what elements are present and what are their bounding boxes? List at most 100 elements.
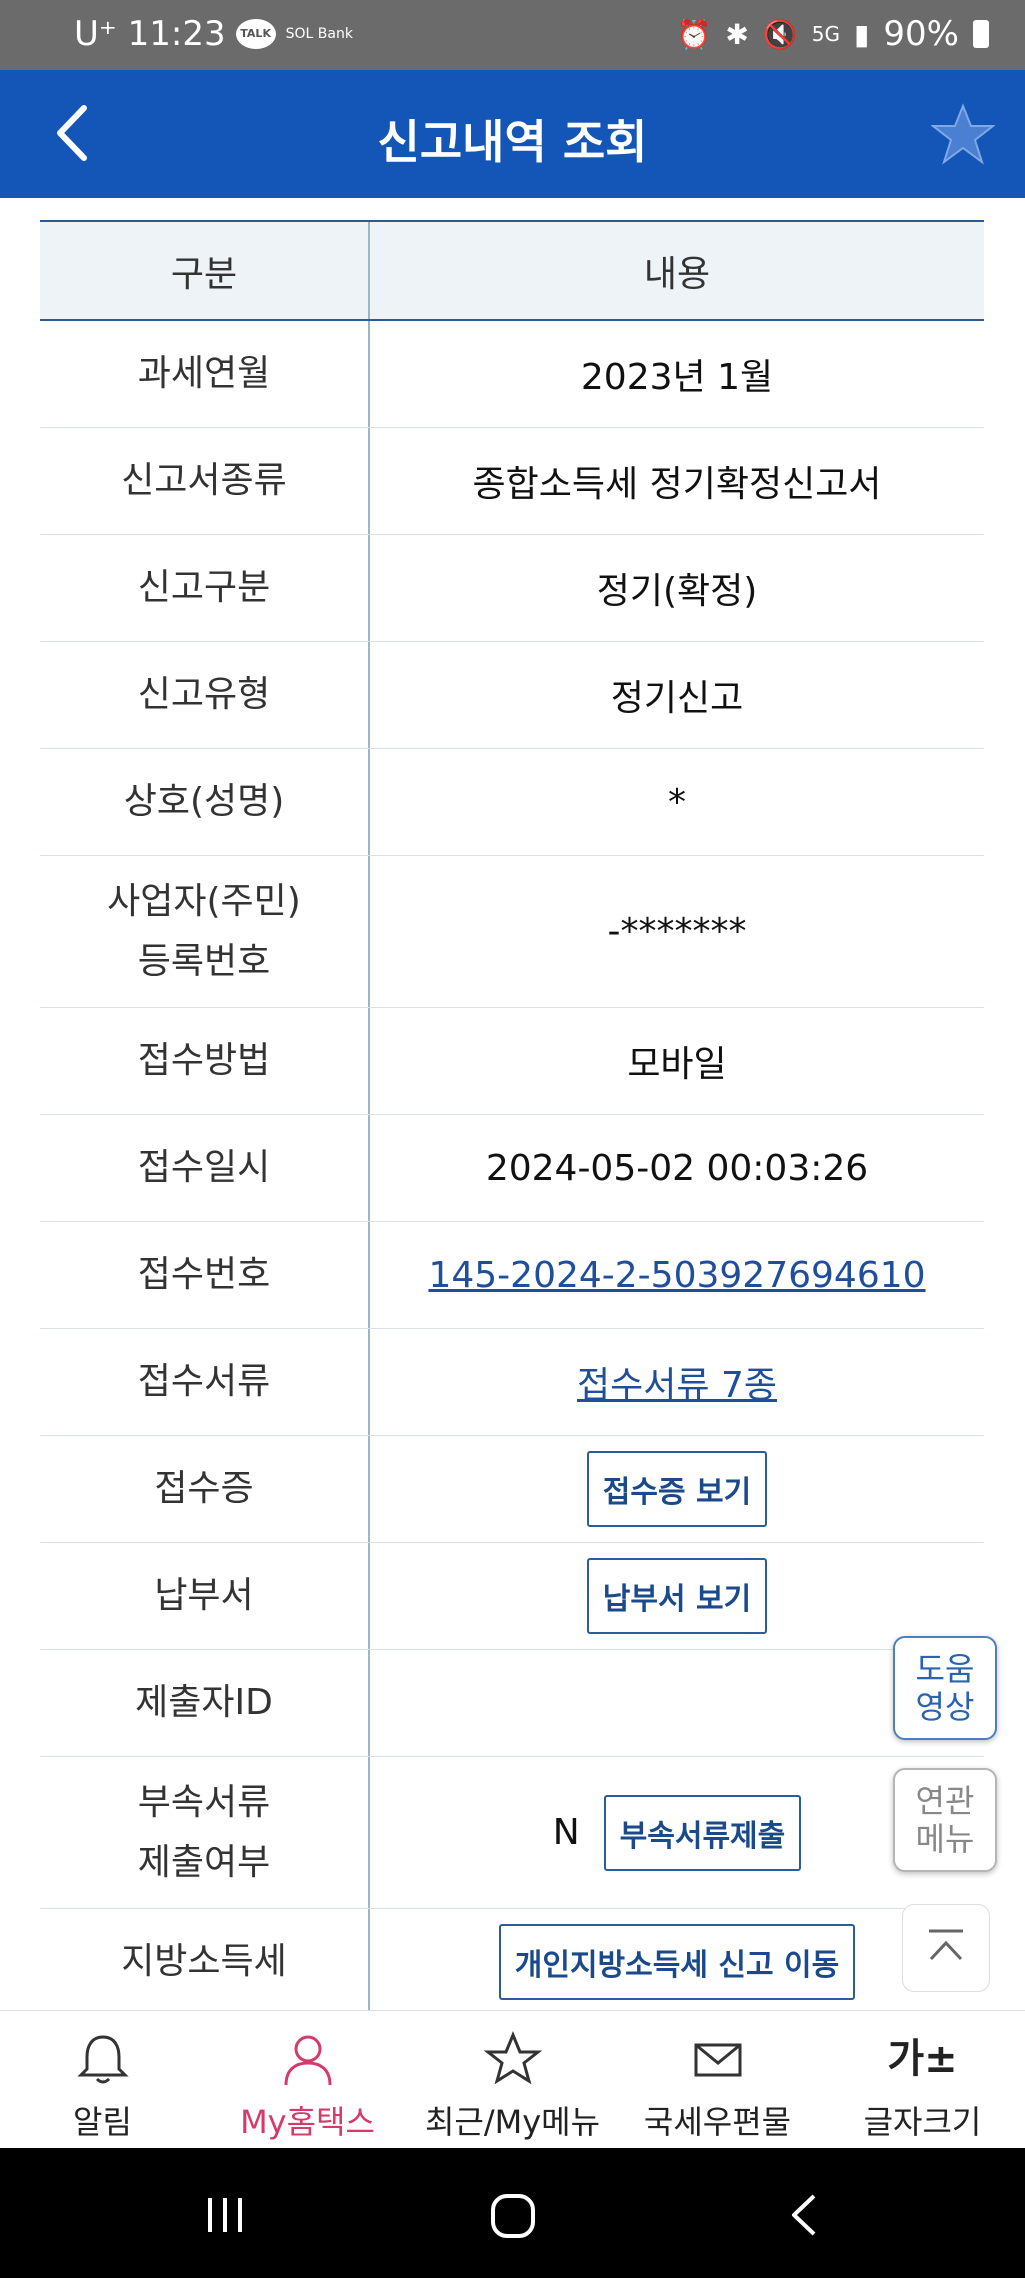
table-row: 지방소득세 개인지방소득세 신고 이동 <box>40 1909 984 2016</box>
row-value: 납부서 보기 <box>370 1543 984 1649</box>
status-time: U⁺ 11:23 <box>74 14 226 54</box>
masked-name: * <box>668 781 686 823</box>
table-row: 접수증 접수증 보기 <box>40 1436 984 1543</box>
table-row: 신고서종류 종합소득세 정기확정신고서 <box>40 428 984 535</box>
favorite-star-icon[interactable] <box>931 102 995 166</box>
attachment-status: N <box>552 1812 580 1853</box>
bell-icon <box>76 2035 129 2084</box>
star-icon <box>483 2031 542 2085</box>
row-value: 접수서류 7종 <box>370 1329 984 1435</box>
nav-label: 최근/My메뉴 <box>424 2103 601 2141</box>
nav-font-size[interactable]: 가± 글자크기 <box>820 2011 1025 2149</box>
table-header: 구분 내용 <box>40 220 984 321</box>
row-label: 지방소득세 <box>40 1909 370 2015</box>
nav-my-hometax[interactable]: My홈택스 <box>205 2011 410 2149</box>
row-label: 접수번호 <box>40 1222 370 1328</box>
row-value: N 부속서류제출 <box>370 1757 984 1908</box>
network-icon: 5G <box>811 22 840 46</box>
row-value: 개인지방소득세 신고 이동 <box>370 1909 984 2015</box>
nav-label: My홈택스 <box>240 2103 375 2141</box>
status-right: ⏰ ✱ 🔇 5G ▮ 90% <box>677 14 989 54</box>
row-value: 모바일 <box>627 1044 727 1085</box>
row-value: 접수증 보기 <box>370 1436 984 1542</box>
nav-alerts[interactable]: 알림 <box>0 2011 205 2149</box>
table-row: 사업자(주민) 등록번호 -******* <box>40 856 984 1008</box>
row-label: 사업자(주민) 등록번호 <box>40 856 370 1007</box>
view-receipt-button[interactable]: 접수증 보기 <box>586 1451 768 1527</box>
table-row: 제출자ID <box>40 1650 984 1757</box>
mail-icon <box>694 2043 741 2077</box>
nav-label: 국세우편물 <box>643 2103 792 2141</box>
table-row: 과세연월 2023년 1월 <box>40 321 984 428</box>
bottom-navigation: 알림 My홈택스 최근/My메뉴 국세우편물 가± 글자크기 <box>0 2010 1025 2149</box>
system-navigation-bar <box>0 2148 1025 2278</box>
row-value <box>370 1650 984 1756</box>
app-bar: 신고내역 조회 <box>0 70 1025 198</box>
help-line1: 도움 <box>915 1650 975 1688</box>
alarm-icon: ⏰ <box>676 17 712 51</box>
header-category: 구분 <box>40 222 370 319</box>
related-line2: 메뉴 <box>915 1820 975 1858</box>
row-value: 종합소득세 정기확정신고서 <box>472 464 882 505</box>
bluetooth-icon: ✱ <box>725 17 749 51</box>
row-label: 제출자ID <box>40 1650 370 1756</box>
receipt-number-link[interactable]: 145-2024-2-503927694610 <box>428 1255 925 1296</box>
status-left: U⁺ 11:23 TALK SOL Bank <box>74 14 353 54</box>
row-label: 접수증 <box>40 1436 370 1542</box>
table-row: 신고구분 정기(확정) <box>40 535 984 642</box>
signal-icon: ▮ <box>854 17 870 51</box>
row-value: 정기(확정) <box>596 571 758 612</box>
row-label: 접수방법 <box>40 1008 370 1114</box>
related-line1: 연관 <box>915 1782 975 1820</box>
header-content: 내용 <box>643 253 711 295</box>
talk-icon: TALK <box>235 19 276 49</box>
table-row: 접수일시 2024-05-02 00:03:26 <box>40 1115 984 1222</box>
table-row: 접수서류 접수서류 7종 <box>40 1329 984 1436</box>
row-value: 2023년 1월 <box>580 357 774 398</box>
chevron-up-icon <box>929 1929 963 1961</box>
row-label: 신고유형 <box>40 642 370 748</box>
row-label-line2: 제출여부 <box>137 1841 271 1883</box>
submit-attachments-button[interactable]: 부속서류제출 <box>603 1794 802 1871</box>
scroll-top-button[interactable] <box>902 1904 990 1992</box>
row-label: 신고구분 <box>40 535 370 641</box>
battery-icon <box>973 20 989 48</box>
received-documents-link[interactable]: 접수서류 7종 <box>577 1356 777 1408</box>
nav-recent-menu[interactable]: 최근/My메뉴 <box>410 2011 615 2149</box>
report-table: 구분 내용 과세연월 2023년 1월 신고서종류 종합소득세 정기확정신고서 … <box>40 220 984 2016</box>
status-bar: U⁺ 11:23 TALK SOL Bank ⏰ ✱ 🔇 5G ▮ 90% <box>0 0 1025 70</box>
row-value: 정기신고 <box>610 678 744 719</box>
row-label: 신고서종류 <box>40 428 370 534</box>
person-icon <box>284 2035 331 2086</box>
row-label: 부속서류 제출여부 <box>40 1757 370 1908</box>
home-icon[interactable] <box>485 2188 541 2244</box>
nav-label: 글자크기 <box>863 2103 982 2141</box>
row-label: 상호(성명) <box>40 749 370 855</box>
local-income-tax-button[interactable]: 개인지방소득세 신고 이동 <box>498 1924 856 2000</box>
table-row: 접수방법 모바일 <box>40 1008 984 1115</box>
sol-bank-icon: SOL Bank <box>285 26 353 42</box>
masked-registration-number: -******* <box>607 911 747 952</box>
page-title: 신고내역 조회 <box>377 115 648 169</box>
help-line2: 영상 <box>915 1688 975 1726</box>
battery-percent: 90% <box>883 14 959 54</box>
view-payment-slip-button[interactable]: 납부서 보기 <box>586 1558 768 1634</box>
row-label: 접수서류 <box>40 1329 370 1435</box>
table-row: 접수번호 145-2024-2-503927694610 <box>40 1222 984 1329</box>
related-menu-button[interactable]: 연관 메뉴 <box>893 1768 997 1872</box>
table-row: 납부서 납부서 보기 <box>40 1543 984 1650</box>
row-value: 145-2024-2-503927694610 <box>370 1222 984 1328</box>
table-row: 신고유형 정기신고 <box>40 642 984 749</box>
back-nav-icon[interactable] <box>780 2190 830 2240</box>
row-label: 납부서 <box>40 1543 370 1649</box>
mute-icon: 🔇 <box>762 17 798 51</box>
recent-apps-icon[interactable] <box>200 2190 250 2240</box>
font-size-icon: 가± <box>887 2036 958 2082</box>
row-label-line1: 사업자(주민) <box>107 880 301 922</box>
table-row: 상호(성명) * <box>40 749 984 856</box>
nav-label: 알림 <box>73 2103 132 2141</box>
help-video-button[interactable]: 도움 영상 <box>893 1636 997 1740</box>
nav-tax-mail[interactable]: 국세우편물 <box>615 2011 820 2149</box>
row-label: 과세연월 <box>40 321 370 427</box>
row-label: 접수일시 <box>40 1115 370 1221</box>
